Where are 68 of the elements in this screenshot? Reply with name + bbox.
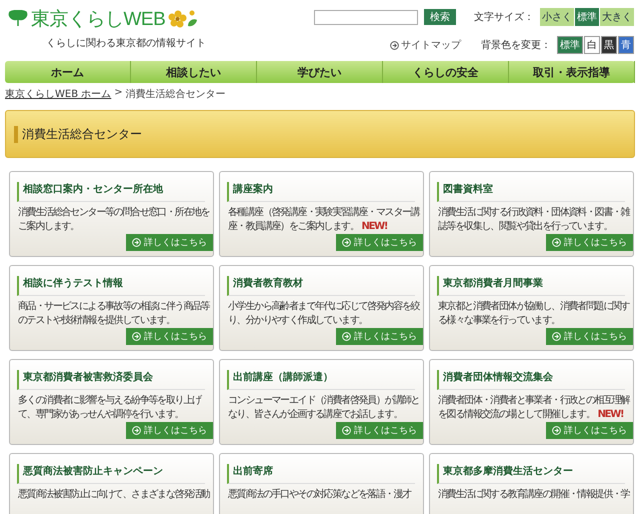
- arrow-circle-icon: [552, 332, 561, 341]
- card-title[interactable]: 図書資料室: [437, 182, 625, 202]
- card-title[interactable]: 東京都多摩消費生活センター: [437, 464, 625, 484]
- background-color-button[interactable]: 青: [618, 36, 634, 54]
- breadcrumb-separator: >: [114, 87, 123, 100]
- flower-icon: [168, 8, 198, 30]
- details-button[interactable]: 詳しくはこちら: [546, 234, 633, 251]
- breadcrumb-link[interactable]: 東京くらしWEB ホーム: [5, 87, 112, 101]
- card-title[interactable]: 相談に伴うテスト情報: [17, 276, 205, 296]
- background-color-button[interactable]: 標準: [557, 36, 583, 54]
- background-color-label: 背景色を変更：: [481, 38, 551, 52]
- arrow-circle-icon: [342, 426, 351, 435]
- nav-tab[interactable]: ホーム: [5, 61, 131, 83]
- card-description: 小学生から高齢者まで年代に応じて啓発内容を絞り、分かりやすく作成しています。: [228, 300, 420, 328]
- arrow-circle-icon: [342, 332, 351, 341]
- breadcrumb-current: 消費生活総合センター: [126, 88, 226, 101]
- font-size-button[interactable]: 大きく: [600, 8, 634, 26]
- card-title[interactable]: 相談窓口案内・センター所在地: [17, 182, 205, 202]
- search-button[interactable]: 検索: [424, 9, 456, 25]
- details-button[interactable]: 詳しくはこちら: [546, 422, 633, 439]
- site-logo[interactable]: 東京くらしWEB: [31, 6, 166, 32]
- details-button[interactable]: 詳しくはこちら: [336, 328, 423, 345]
- background-color-button[interactable]: 黒: [601, 36, 617, 54]
- details-button[interactable]: 詳しくはこちら: [336, 234, 423, 251]
- card-description: 消費生活総合センター等の問合せ窓口・所在地をご案内します。: [18, 206, 210, 234]
- card-title[interactable]: 出前講座（講師派遣）: [227, 370, 415, 390]
- arrow-circle-icon: [132, 332, 141, 341]
- card-description: 悪質商法被害防止に向けて、さまざまな啓発活動: [18, 488, 210, 502]
- card-description: 商品・サービスによる事故等の相談に伴う商品等のテストや技術情報を提供しています。: [18, 300, 210, 328]
- nav-tab[interactable]: くらしの安全: [383, 61, 509, 83]
- arrow-circle-icon: [552, 238, 561, 247]
- page-title: 消費生活総合センター: [14, 126, 142, 142]
- site-tagline: くらしに関わる東京都の情報サイト: [46, 36, 206, 50]
- card-title[interactable]: 東京都消費者被害救済委員会: [17, 370, 205, 390]
- card-title[interactable]: 悪質商法被害防止キャンペーン: [17, 464, 205, 484]
- card-description: 多くの消費者に影響を与える紛争等を取り上げて、専門家があっせんや調停を行います。: [18, 394, 202, 422]
- nav-tab[interactable]: 取引・表示指導: [509, 61, 635, 83]
- card-title[interactable]: 講座案内: [227, 182, 415, 202]
- card-description: 東京都と消費者団体が協働し、消費者問題に関する様々な事業を行っています。: [438, 300, 630, 328]
- card-description: コンシューマーエイド（消費者啓発員）が講師となり、皆さんが企画する講座でお話します。: [228, 394, 420, 422]
- font-size-button[interactable]: 小さく: [540, 8, 574, 26]
- details-button[interactable]: 詳しくはこちら: [126, 328, 213, 345]
- details-button[interactable]: 詳しくはこちら: [126, 422, 213, 439]
- font-size-button[interactable]: 標準: [575, 8, 599, 26]
- details-button[interactable]: 詳しくはこちら: [546, 328, 633, 345]
- arrow-circle-icon: [342, 238, 351, 247]
- details-button[interactable]: 詳しくはこちら: [336, 422, 423, 439]
- card-description: 消費生活に関する教育講座の開催・情報提供・学: [438, 488, 630, 502]
- arrow-circle-icon: [132, 426, 141, 435]
- card-title[interactable]: 消費者教育教材: [227, 276, 415, 296]
- background-color-button[interactable]: 白: [584, 36, 600, 54]
- details-button[interactable]: 詳しくはこちら: [126, 234, 213, 251]
- card-title[interactable]: 出前寄席: [227, 464, 415, 484]
- search-field[interactable]: [314, 10, 418, 24]
- card-title[interactable]: 消費者団体情報交流集会: [437, 370, 625, 390]
- card-description: 消費生活に関する行政資料・団体資料・図書・雑誌等を収集し、閲覧や貸出を行っています。: [438, 206, 630, 234]
- nav-tab[interactable]: 相談したい: [131, 61, 257, 83]
- ginkgo-leaf-icon: [8, 10, 28, 28]
- nav-tab[interactable]: 学びたい: [257, 61, 383, 83]
- arrow-circle-icon: [552, 426, 561, 435]
- font-size-label: 文字サイズ：: [474, 10, 534, 24]
- card-title[interactable]: 東京都消費者月間事業: [437, 276, 625, 296]
- card-description: 消費者団体・消費者と事業者・行政との相互理解を図る情報交流の場として開催します。 NEW!: [438, 394, 630, 422]
- arrow-circle-icon: [132, 238, 141, 247]
- card-description: 悪質商法の手口やその対応策などを落語・漫才: [228, 488, 412, 502]
- card-description: 各種講座（啓発講座・実験実習講座・マスター講座・教員講座）をご案内します。 NEW!: [228, 206, 420, 234]
- arrow-circle-icon: [390, 40, 399, 50]
- sitemap-link[interactable]: サイトマップ: [390, 38, 461, 52]
